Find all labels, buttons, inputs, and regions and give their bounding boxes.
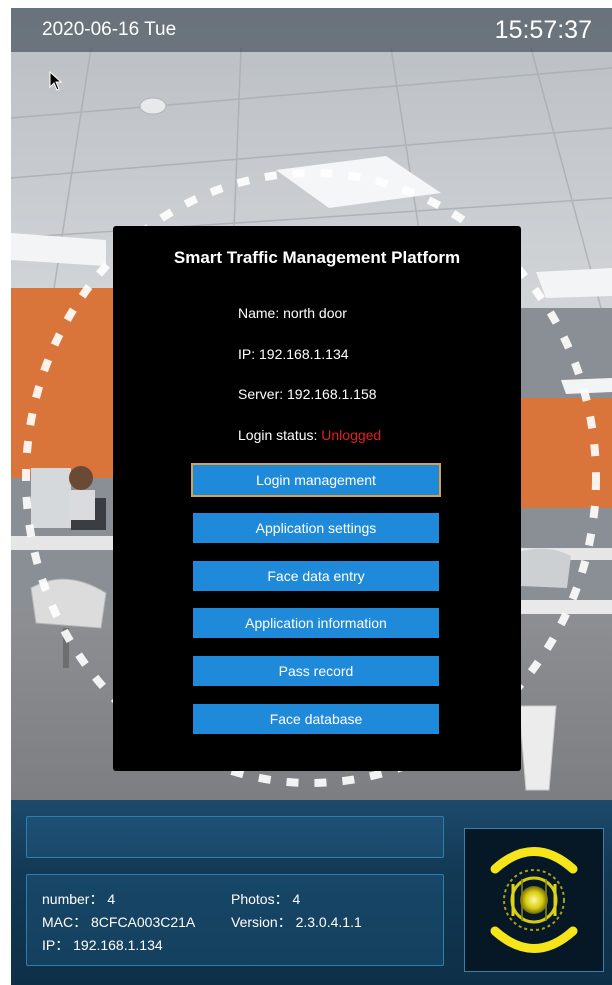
server-ip-text: Server: 192.168.1.158 xyxy=(238,386,377,402)
login-status-value: Unlogged xyxy=(321,427,382,443)
device-ip: IP： 192.168.1.134 xyxy=(42,937,163,953)
face-scan-indicator xyxy=(464,828,604,972)
device-name-text: Name: north door xyxy=(238,305,347,321)
status-date: 2020-06-16 Tue xyxy=(42,19,177,40)
bottom-panel: number： 4 Photos： 4 MAC： 8CFCA003C21A Ve… xyxy=(11,800,612,985)
device-info-box: number： 4 Photos： 4 MAC： 8CFCA003C21A Ve… xyxy=(26,874,444,966)
status-bar: 2020-06-16 Tue 15:57:37 xyxy=(11,8,612,52)
application-settings-button[interactable]: Application settings xyxy=(193,513,439,543)
login-status-label: Login status: xyxy=(238,427,322,443)
device-screen: 2020-06-16 Tue 15:57:37 Smart Traffic Ma… xyxy=(11,8,612,985)
device-ip-text: IP: 192.168.1.134 xyxy=(238,346,349,362)
notice-box xyxy=(26,816,444,858)
face-database-button[interactable]: Face database xyxy=(193,704,439,734)
status-time: 15:57:37 xyxy=(494,16,592,44)
pass-record-button[interactable]: Pass record xyxy=(193,656,439,686)
app-version: Version： 2.3.0.4.1.1 xyxy=(231,914,362,930)
dialog-title: Smart Traffic Management Platform xyxy=(173,248,461,267)
application-information-button[interactable]: Application information xyxy=(193,608,439,638)
device-number: number： 4 xyxy=(42,891,116,907)
login-management-button[interactable]: Login management xyxy=(191,463,441,497)
menu-dialog: Smart Traffic Management Platform Name: … xyxy=(113,226,521,771)
face-data-entry-button[interactable]: Face data entry xyxy=(193,561,439,591)
login-status-line: Login status: Unlogged xyxy=(238,427,381,443)
photo-count: Photos： 4 xyxy=(231,891,301,907)
mouse-pointer-icon xyxy=(49,71,63,91)
face-scan-indicator-icon xyxy=(490,847,578,953)
mac-address: MAC： 8CFCA003C21A xyxy=(42,914,196,930)
